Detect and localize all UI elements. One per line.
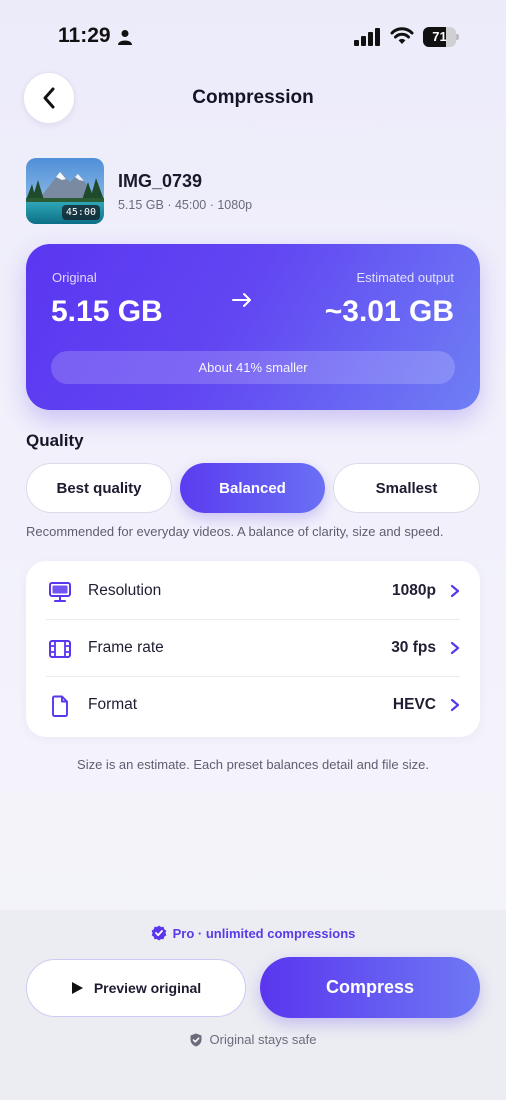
chevron-right-icon	[450, 584, 460, 598]
film-icon	[49, 640, 71, 658]
pro-text: Pro · unlimited compressions	[172, 925, 356, 941]
file-meta: 5.15 GB · 45:00 · 1080p	[118, 198, 253, 212]
file-icon	[52, 695, 68, 717]
person-icon	[118, 30, 132, 45]
status-time: 11:29	[58, 24, 111, 47]
signal-icon	[354, 28, 380, 46]
estimated-label: Estimated output	[356, 270, 454, 285]
file-name: IMG_0739	[118, 171, 203, 191]
setting-row-frame-rate[interactable]: Frame rate 30 fps	[26, 620, 480, 677]
battery-level: 71	[432, 29, 447, 44]
original-label: Original	[52, 270, 97, 285]
setting-value: HEVC	[392, 696, 436, 713]
preview-button-label: Preview original	[93, 980, 202, 996]
preview-original-button[interactable]: Preview original	[26, 959, 246, 1017]
verified-badge-icon	[151, 925, 166, 941]
size-estimate-card: Original 5.15 GB Estimated output ~3.01 …	[26, 244, 480, 410]
thumbnail-duration: 45:00	[61, 205, 100, 220]
original-size: 5.15 GB	[51, 295, 163, 328]
quality-description: Recommended for everyday videos. A balan…	[26, 524, 444, 539]
pro-status: Pro · unlimited compressions	[0, 925, 506, 941]
status-bar: 11:29 71	[0, 0, 506, 70]
quality-option-balanced[interactable]: Balanced	[180, 463, 325, 513]
estimated-size: ~3.01 GB	[324, 295, 454, 328]
quality-option-best[interactable]: Best quality	[26, 463, 172, 513]
estimate-footnote: Size is an estimate. Each preset balance…	[77, 757, 429, 772]
chevron-right-icon	[450, 641, 460, 655]
arrow-right-icon	[232, 293, 251, 307]
settings-card: Resolution 1080p Frame rate 30 fps Forma…	[26, 561, 480, 737]
setting-row-format[interactable]: Format HEVC	[26, 677, 480, 734]
wifi-icon	[390, 27, 414, 44]
savings-badge: About 41% smaller	[51, 351, 455, 384]
shield-check-icon	[190, 1033, 202, 1046]
setting-value: 30 fps	[391, 639, 436, 656]
setting-label: Format	[88, 696, 138, 713]
setting-label: Resolution	[88, 582, 162, 599]
setting-label: Frame rate	[88, 639, 164, 656]
compress-button[interactable]: Compress	[260, 957, 480, 1018]
play-icon	[71, 982, 83, 994]
setting-value: 1080p	[392, 582, 436, 599]
quality-heading: Quality	[26, 431, 84, 450]
safety-note: Original stays safe	[0, 1032, 506, 1047]
page-title: Compression	[192, 87, 314, 108]
monitor-icon	[49, 582, 71, 602]
video-thumbnail[interactable]: 45:00	[26, 158, 104, 224]
quality-option-smallest[interactable]: Smallest	[333, 463, 480, 513]
setting-row-resolution[interactable]: Resolution 1080p	[26, 563, 480, 620]
safety-text: Original stays safe	[209, 1032, 317, 1047]
battery-icon: 71	[423, 27, 459, 47]
chevron-right-icon	[450, 698, 460, 712]
